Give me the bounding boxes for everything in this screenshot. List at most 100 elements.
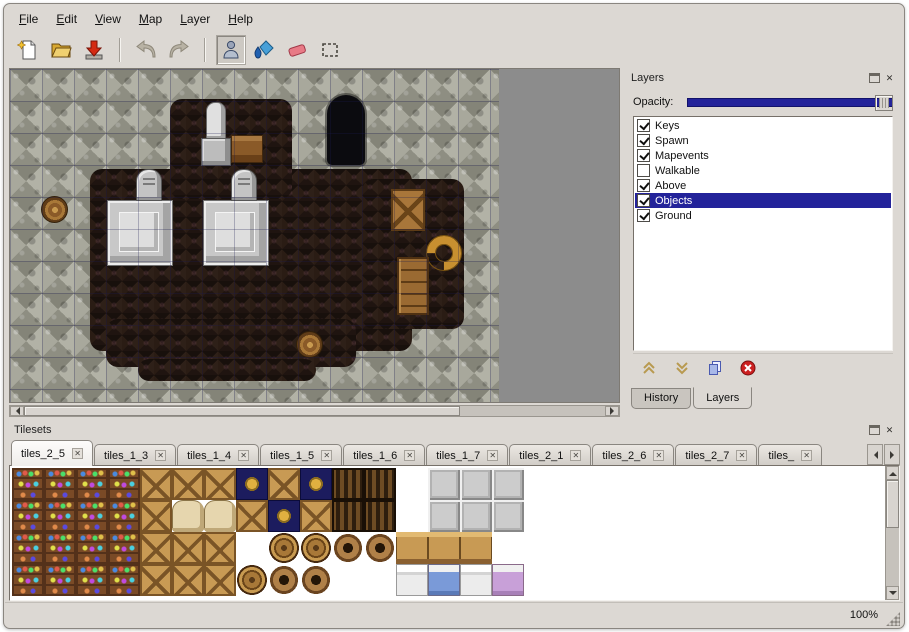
- scroll-right-button[interactable]: [605, 406, 619, 416]
- scroll-down-button[interactable]: [886, 586, 899, 600]
- tileset-tile[interactable]: [492, 468, 524, 500]
- tileset-tile[interactable]: [140, 500, 172, 532]
- tileset-tile[interactable]: [108, 564, 140, 596]
- tileset-tile[interactable]: [428, 500, 460, 532]
- tileset-tab-tiles_2_5[interactable]: tiles_2_5: [11, 440, 93, 466]
- dock-tab-history[interactable]: History: [631, 388, 691, 409]
- tileset-tile[interactable]: [364, 500, 396, 532]
- tileset-tab-tiles_2_7[interactable]: tiles_2_7: [675, 444, 757, 466]
- layer-row-ground[interactable]: Ground: [635, 208, 891, 223]
- layer-row-walkable[interactable]: Walkable: [635, 163, 891, 178]
- menu-view[interactable]: View: [87, 8, 129, 30]
- layer-visibility-checkbox[interactable]: [637, 194, 650, 207]
- scroll-track[interactable]: [886, 480, 899, 586]
- layer-row-above[interactable]: Above: [635, 178, 891, 193]
- layer-row-spawn[interactable]: Spawn: [635, 133, 891, 148]
- tileset-tile[interactable]: [364, 468, 396, 500]
- tileset-vertical-scrollbar[interactable]: [885, 466, 899, 600]
- tileset-tab-tiles_1_3[interactable]: tiles_1_3: [94, 444, 176, 466]
- layer-row-keys[interactable]: Keys: [635, 118, 891, 133]
- duplicate-layer-button[interactable]: [703, 357, 727, 379]
- tileset-tile[interactable]: [332, 468, 364, 500]
- tileset-tile[interactable]: [12, 468, 44, 500]
- delete-layer-button[interactable]: [736, 357, 760, 379]
- tileset-tile[interactable]: [332, 532, 364, 564]
- tileset-tile[interactable]: [12, 564, 44, 596]
- save-button[interactable]: [79, 35, 109, 65]
- layer-visibility-checkbox[interactable]: [637, 119, 650, 132]
- float-panel-icon[interactable]: [869, 425, 880, 435]
- tileset-tab-tiles_[interactable]: tiles_: [758, 444, 822, 466]
- redo-button[interactable]: [164, 35, 194, 65]
- tileset-tile[interactable]: [300, 532, 332, 564]
- tileset-tab-tiles_1_7[interactable]: tiles_1_7: [426, 444, 508, 466]
- tileset-tile[interactable]: [268, 564, 300, 596]
- layer-visibility-checkbox[interactable]: [637, 179, 650, 192]
- opacity-slider[interactable]: [687, 98, 893, 107]
- tileset-tile[interactable]: [396, 564, 428, 596]
- tileset-tile[interactable]: [300, 468, 332, 500]
- tileset-tab-tiles_1_6[interactable]: tiles_1_6: [343, 444, 425, 466]
- tileset-tile[interactable]: [44, 500, 76, 532]
- tileset-tile[interactable]: [108, 468, 140, 500]
- tileset-tile[interactable]: [172, 564, 204, 596]
- tileset-tile[interactable]: [428, 468, 460, 500]
- map-horizontal-scrollbar[interactable]: [9, 405, 620, 417]
- tileset-tile[interactable]: [332, 564, 364, 596]
- tileset-tile[interactable]: [300, 500, 332, 532]
- fill-tool-button[interactable]: [249, 35, 279, 65]
- scroll-thumb[interactable]: [24, 406, 460, 416]
- float-panel-icon[interactable]: [869, 73, 880, 83]
- tileset-tile[interactable]: [76, 532, 108, 564]
- close-tab-icon[interactable]: [321, 450, 332, 461]
- scroll-left-button[interactable]: [10, 406, 24, 416]
- resize-grip[interactable]: [886, 612, 900, 626]
- tileset-tile[interactable]: [396, 468, 428, 500]
- tileset-tile[interactable]: [396, 500, 428, 532]
- menu-edit[interactable]: Edit: [48, 8, 85, 30]
- map-canvas[interactable]: [9, 68, 620, 403]
- scroll-track[interactable]: [24, 406, 605, 416]
- tileset-tile[interactable]: [492, 532, 524, 564]
- tileset-tile[interactable]: [172, 500, 204, 532]
- tileset-tab-tiles_2_6[interactable]: tiles_2_6: [592, 444, 674, 466]
- close-tab-icon[interactable]: [570, 450, 581, 461]
- close-tab-icon[interactable]: [801, 450, 812, 461]
- tileset-tile[interactable]: [44, 468, 76, 500]
- tileset-tile[interactable]: [236, 500, 268, 532]
- select-tool-button[interactable]: [315, 35, 345, 65]
- tileset-tile[interactable]: [140, 564, 172, 596]
- tileset-tab-tiles_1_4[interactable]: tiles_1_4: [177, 444, 259, 466]
- tileset-tile[interactable]: [332, 500, 364, 532]
- tileset-tile[interactable]: [428, 564, 460, 596]
- close-tab-icon[interactable]: [487, 450, 498, 461]
- close-panel-icon[interactable]: [884, 73, 895, 84]
- layer-row-objects[interactable]: Objects: [635, 193, 891, 208]
- tileset-tile[interactable]: [204, 532, 236, 564]
- tileset-tile[interactable]: [204, 500, 236, 532]
- tileset-tab-tiles_2_1[interactable]: tiles_2_1: [509, 444, 591, 466]
- tileset-tile[interactable]: [460, 468, 492, 500]
- menu-layer[interactable]: Layer: [172, 8, 218, 30]
- tileset-tile[interactable]: [172, 468, 204, 500]
- tileset-tile[interactable]: [76, 500, 108, 532]
- tileset-tile[interactable]: [236, 532, 268, 564]
- tileset-tile[interactable]: [460, 532, 492, 564]
- tileset-tile[interactable]: [364, 564, 396, 596]
- opacity-slider-handle[interactable]: [875, 95, 893, 111]
- tileset-grid[interactable]: [12, 468, 524, 596]
- menu-file[interactable]: File: [11, 8, 46, 30]
- tileset-tile[interactable]: [428, 532, 460, 564]
- tileset-tile[interactable]: [300, 564, 332, 596]
- close-tab-icon[interactable]: [653, 450, 664, 461]
- tileset-tile[interactable]: [140, 468, 172, 500]
- tileset-tile[interactable]: [492, 500, 524, 532]
- close-tab-icon[interactable]: [72, 448, 83, 459]
- layer-visibility-checkbox[interactable]: [637, 134, 650, 147]
- tileset-tile[interactable]: [12, 532, 44, 564]
- raise-layer-button[interactable]: [637, 357, 661, 379]
- dock-tab-layers[interactable]: Layers: [693, 387, 752, 409]
- layer-visibility-checkbox[interactable]: [637, 149, 650, 162]
- tileset-tile[interactable]: [396, 532, 428, 564]
- eraser-tool-button[interactable]: [282, 35, 312, 65]
